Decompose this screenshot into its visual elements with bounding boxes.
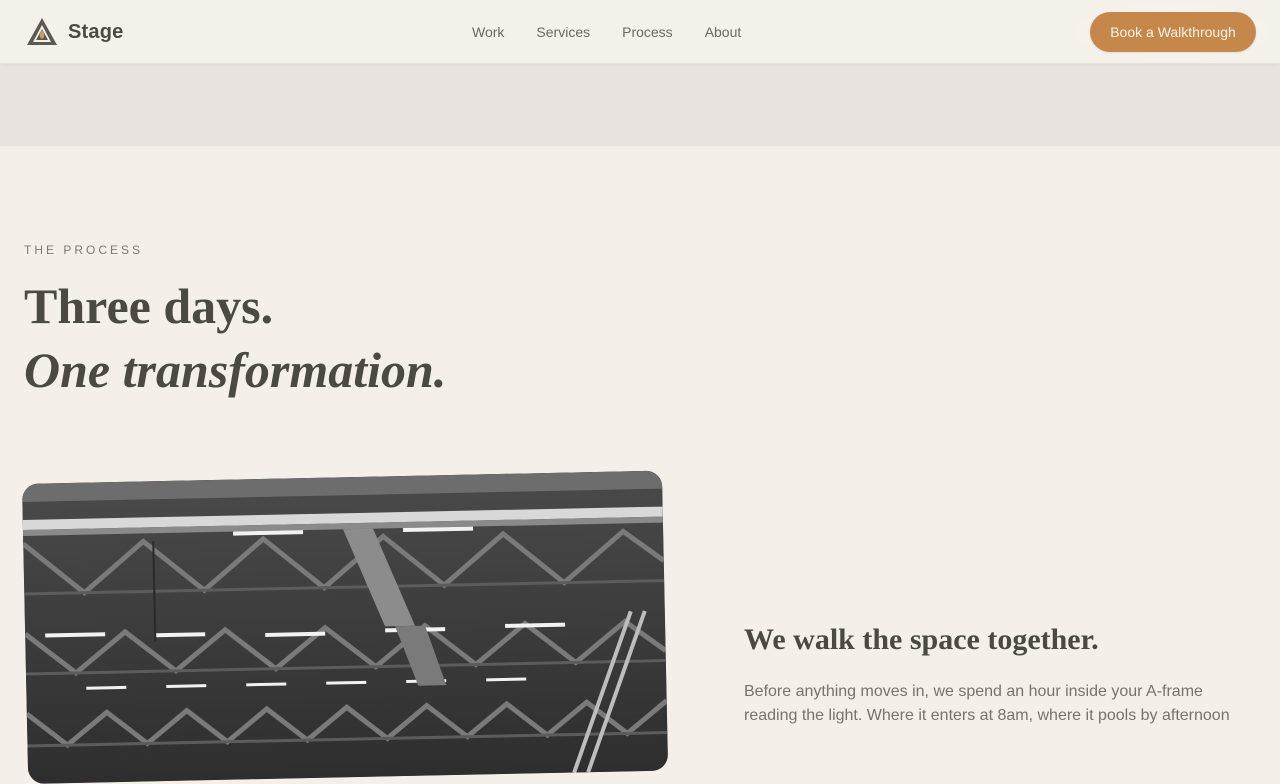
step-body: Before anything moves in, we spend an ho… bbox=[744, 683, 1230, 724]
nav-link-about[interactable]: About bbox=[705, 23, 742, 41]
section-heading-line-2: One transformation. bbox=[24, 342, 447, 398]
nav-link-services[interactable]: Services bbox=[536, 23, 590, 41]
nav-link-work[interactable]: Work bbox=[472, 23, 504, 41]
brand-link[interactable]: Stage bbox=[26, 17, 123, 47]
section-eyebrow: THE PROCESS bbox=[24, 243, 144, 257]
book-walkthrough-button[interactable]: Book a Walkthrough bbox=[1090, 12, 1256, 52]
warehouse-photo bbox=[22, 470, 669, 784]
section-heading-line-1: Three days. bbox=[24, 278, 274, 334]
brand-name: Stage bbox=[68, 20, 124, 43]
nav-link-process[interactable]: Process bbox=[622, 23, 673, 41]
step-title: We walk the space together. bbox=[744, 623, 1099, 656]
warehouse-ceiling-image bbox=[22, 470, 669, 784]
site-header: Stage Work Services Process About Book a… bbox=[0, 0, 1280, 64]
triangle-flame-logo-icon bbox=[27, 18, 57, 45]
main-nav: Work Services Process About bbox=[472, 23, 741, 41]
header-band bbox=[0, 64, 1280, 146]
